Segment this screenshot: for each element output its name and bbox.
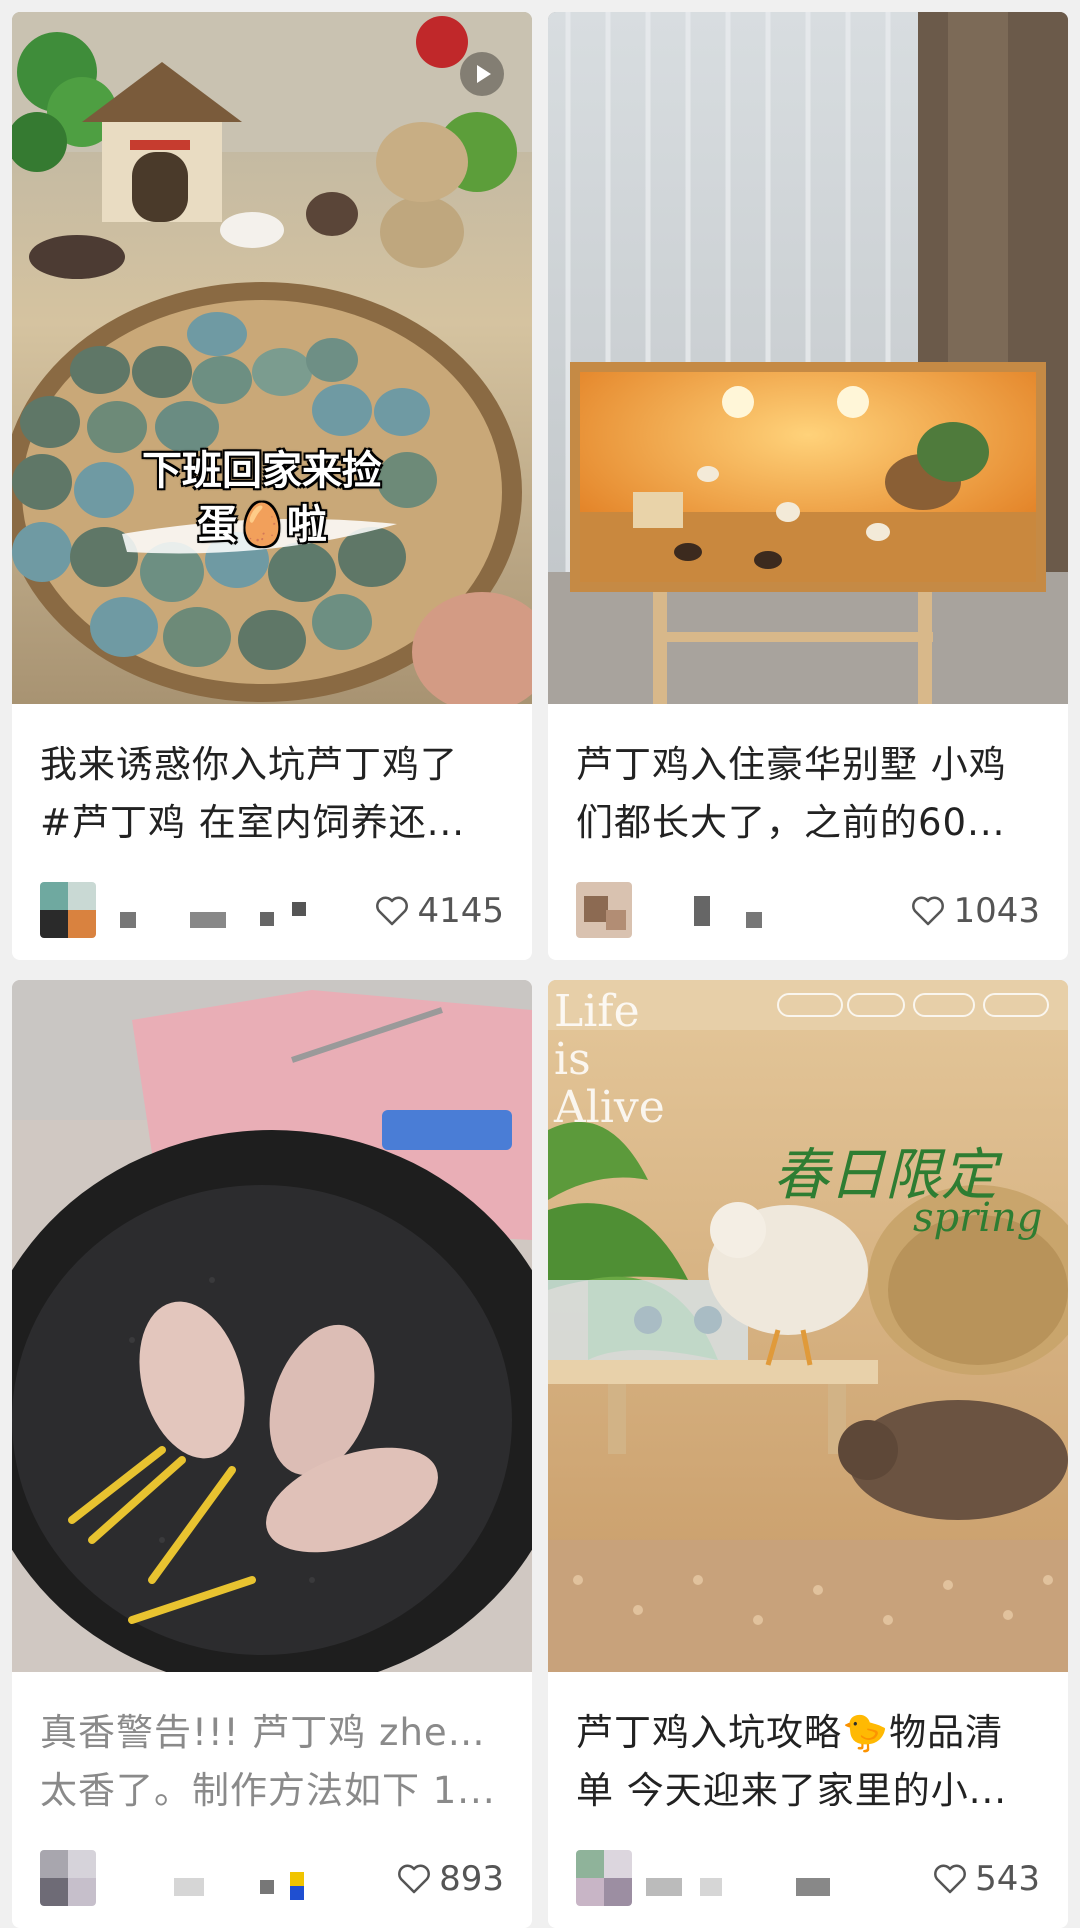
card-meta-row: 543	[576, 1850, 1040, 1910]
heart-outline-icon[interactable]	[911, 895, 945, 927]
card-cover-image[interactable]: 下班回家来捡 蛋🥚啦	[12, 12, 532, 704]
username-pixelated[interactable]	[110, 1850, 310, 1906]
username-pixelated[interactable]	[646, 882, 846, 938]
card-title-line: 单 今天迎来了家里的小...	[576, 1769, 1008, 1812]
poster-title-line: Alive	[554, 1082, 665, 1133]
card-title[interactable]: 芦丁鸡入坑攻略🐤物品清 单 今天迎来了家里的小...	[576, 1704, 1040, 1820]
card-meta-row: 1043	[576, 882, 1040, 942]
feed-card[interactable]: Life is Alive 春日限定 spring 芦丁鸡入坑攻略🐤物品清 单 …	[548, 980, 1068, 1928]
like-count: 893	[439, 1859, 504, 1899]
card-title-line: 我来诱惑你入坑芦丁鸡了	[40, 743, 458, 786]
like-counter[interactable]: 4145	[375, 888, 504, 934]
card-cover-image[interactable]	[12, 980, 532, 1672]
card-title-line: 太香了。制作方法如下 1...	[40, 1769, 496, 1812]
card-cover-image[interactable]: Life is Alive 春日限定 spring	[548, 980, 1068, 1672]
like-count: 4145	[417, 891, 504, 931]
avatar[interactable]	[40, 882, 96, 938]
feed-grid: 下班回家来捡 蛋🥚啦 我来诱惑你入坑芦丁鸡了 #芦丁鸡 在室内饲养还... 41…	[0, 0, 1080, 1928]
like-counter[interactable]: 1043	[911, 888, 1040, 934]
poster-handwriting-en: spring	[913, 1195, 1043, 1241]
card-title-line: 们都长大了，之前的60...	[576, 801, 1006, 844]
image-caption-overlay: 下班回家来捡 蛋🥚啦	[122, 444, 402, 552]
card-title-line: 真香警告!!! 芦丁鸡 zhen的	[40, 1711, 504, 1754]
video-play-badge	[460, 52, 504, 96]
card-title[interactable]: 真香警告!!! 芦丁鸡 zhen的 太香了。制作方法如下 1...	[40, 1704, 504, 1820]
poster-title-line: is	[554, 1034, 591, 1085]
feed-card[interactable]: 下班回家来捡 蛋🥚啦 我来诱惑你入坑芦丁鸡了 #芦丁鸡 在室内饲养还... 41…	[12, 12, 532, 960]
card-meta-row: 4145	[40, 882, 504, 942]
card-title-line: 芦丁鸡入坑攻略🐤物品清	[576, 1711, 1004, 1754]
heart-outline-icon[interactable]	[397, 1863, 431, 1895]
like-count: 543	[975, 1859, 1040, 1899]
card-title-line: #芦丁鸡 在室内饲养还...	[40, 801, 466, 844]
feed-card[interactable]: 芦丁鸡入住豪华别墅 小鸡 们都长大了，之前的60... 1043	[548, 12, 1068, 960]
cooked-quail-pan-photo	[12, 980, 532, 1672]
avatar[interactable]	[40, 1850, 96, 1906]
like-counter[interactable]: 543	[933, 1856, 1040, 1902]
card-meta-row: 893	[40, 1850, 504, 1910]
card-title[interactable]: 芦丁鸡入住豪华别墅 小鸡 们都长大了，之前的60...	[576, 736, 1040, 852]
avatar[interactable]	[576, 1850, 632, 1906]
avatar[interactable]	[576, 882, 632, 938]
quail-enclosure-photo	[548, 12, 1068, 704]
image-caption-line: 下班回家来捡	[142, 448, 382, 494]
heart-outline-icon[interactable]	[375, 895, 409, 927]
poster-title: Life is Alive	[554, 988, 665, 1132]
username-pixelated[interactable]	[646, 1850, 846, 1906]
like-counter[interactable]: 893	[397, 1856, 504, 1902]
poster-title-line: Life	[554, 986, 640, 1037]
feed-card[interactable]: 真香警告!!! 芦丁鸡 zhen的 太香了。制作方法如下 1... 893	[12, 980, 532, 1928]
heart-outline-icon[interactable]	[933, 1863, 967, 1895]
card-title[interactable]: 我来诱惑你入坑芦丁鸡了 #芦丁鸡 在室内饲养还...	[40, 736, 504, 852]
image-caption-line: 蛋🥚啦	[197, 502, 327, 548]
card-title-line: 芦丁鸡入住豪华别墅 小鸡	[576, 743, 1007, 786]
like-count: 1043	[953, 891, 1040, 931]
username-pixelated[interactable]	[110, 882, 310, 938]
card-cover-image[interactable]	[548, 12, 1068, 704]
quail-eggs-photo	[12, 12, 532, 704]
play-icon	[477, 65, 491, 83]
